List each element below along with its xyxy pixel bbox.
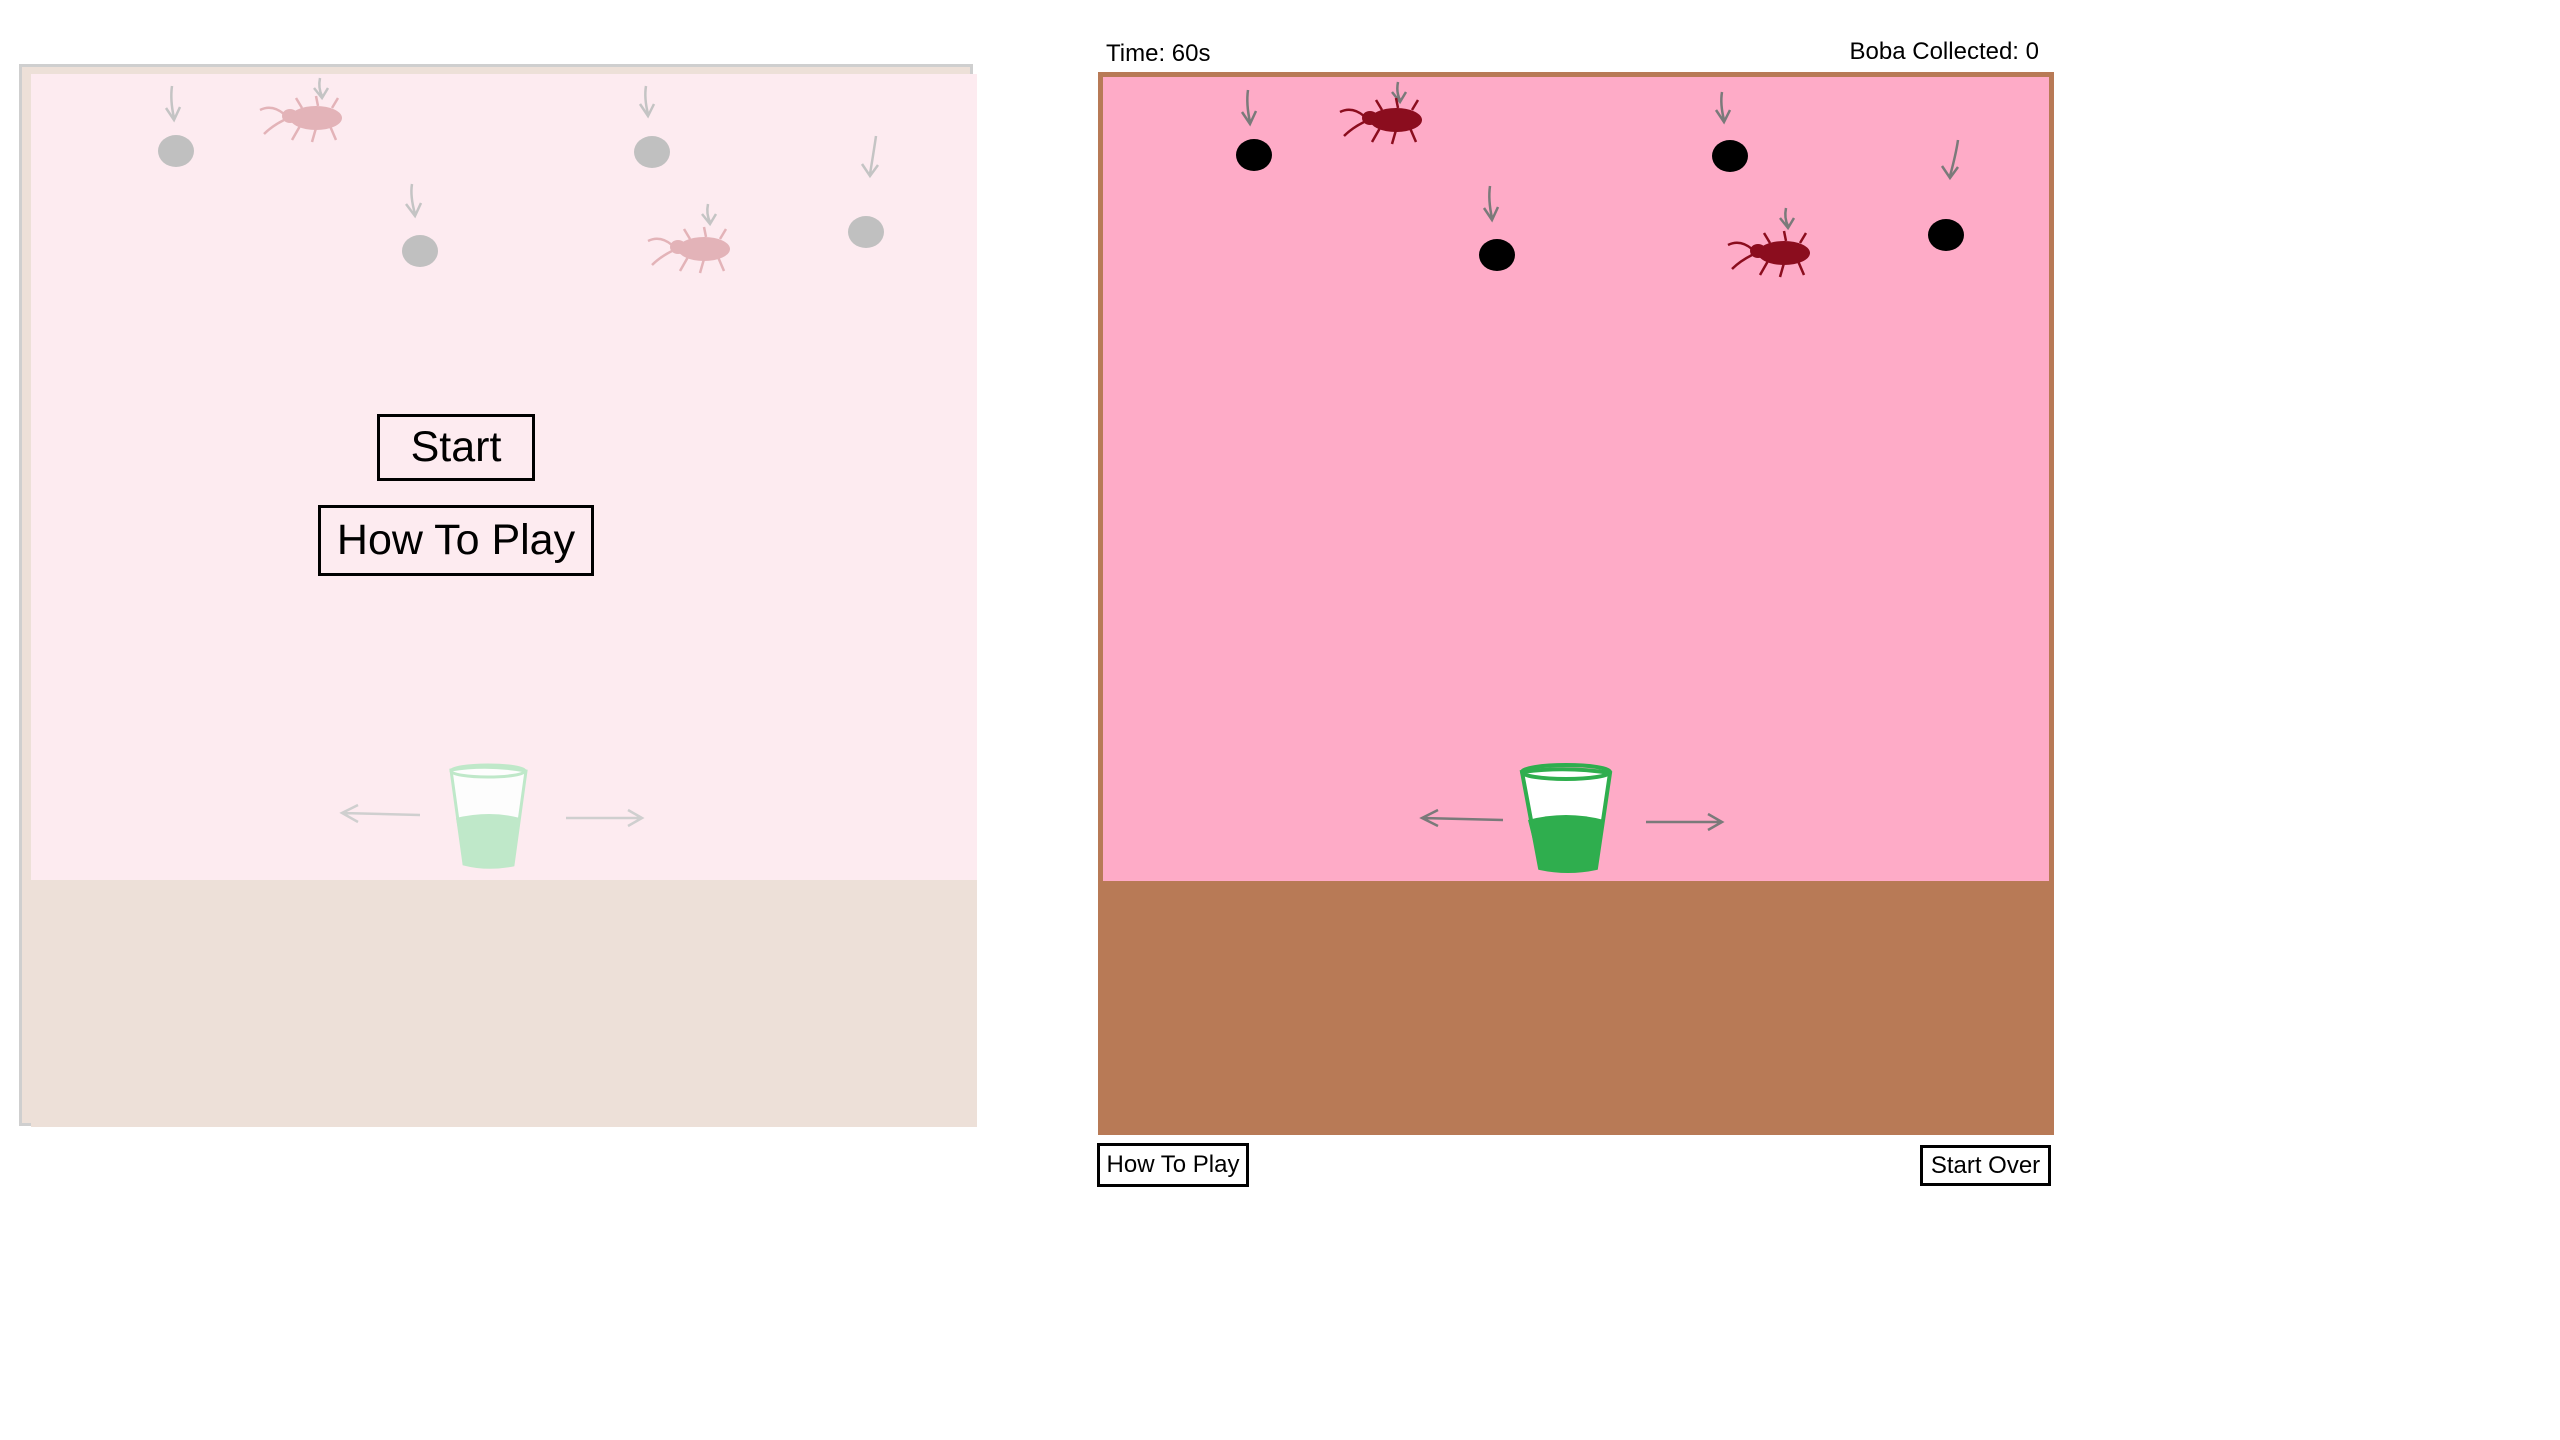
cockroach-icon [1727, 230, 1810, 278]
boba-pearl-icon [1928, 219, 1964, 251]
arrow-down-icon [1240, 89, 1258, 127]
falling-item [1479, 185, 1515, 271]
falling-item [1339, 81, 1422, 145]
arrow-down-icon [1940, 139, 1960, 181]
boba-pearl-icon [1712, 140, 1748, 172]
falling-item [1727, 207, 1810, 278]
arrow-down-icon [1714, 91, 1732, 125]
cockroach-icon [1339, 97, 1422, 145]
how-to-play-button[interactable]: How To Play [1097, 1143, 1249, 1187]
falling-item [1712, 91, 1748, 172]
boba-cup-icon[interactable] [1519, 763, 1613, 873]
boba-pearl-icon [1236, 139, 1272, 171]
falling-item [1236, 89, 1272, 171]
start-over-button[interactable]: Start Over [1920, 1145, 2051, 1186]
arrow-down-icon [1391, 81, 1408, 105]
arrow-right-icon [1646, 812, 1725, 832]
arrow-down-icon [1482, 185, 1500, 223]
arrow-down-icon [1779, 207, 1796, 231]
game-sprites [1236, 81, 1964, 873]
falling-item [1928, 139, 1964, 251]
arrow-left-icon [1419, 808, 1504, 828]
boba-pearl-icon [1479, 239, 1515, 271]
